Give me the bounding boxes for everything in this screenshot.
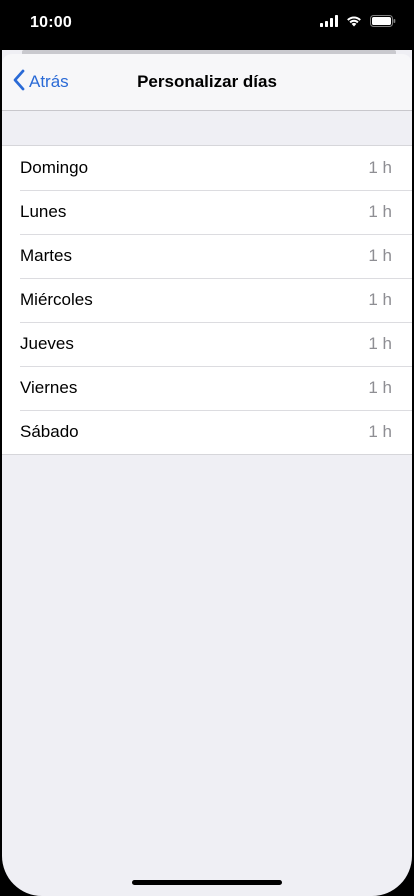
status-icons <box>320 14 396 32</box>
list-item-viernes[interactable]: Viernes 1 h <box>2 366 412 410</box>
day-label: Jueves <box>20 334 74 353</box>
days-list: Domingo 1 h Lunes 1 h Martes 1 h Miércol… <box>2 145 412 455</box>
day-label: Domingo <box>20 158 89 177</box>
day-value: 1 h <box>368 246 392 265</box>
day-value: 1 h <box>368 422 392 441</box>
list-item-miercoles[interactable]: Miércoles 1 h <box>2 278 412 322</box>
status-time: 10:00 <box>30 14 72 31</box>
day-value: 1 h <box>368 158 392 177</box>
day-label: Miércoles <box>20 290 93 309</box>
home-indicator[interactable] <box>132 880 282 885</box>
list-item-lunes[interactable]: Lunes 1 h <box>2 190 412 234</box>
day-label: Sábado <box>20 422 79 441</box>
cellular-signal-icon <box>320 14 338 32</box>
day-label: Viernes <box>20 378 78 397</box>
device-frame: 10:00 Atrás Personalizar días Domingo 1 … <box>0 0 414 896</box>
day-label: Martes <box>20 246 72 265</box>
day-value: 1 h <box>368 202 392 221</box>
day-value: 1 h <box>368 334 392 353</box>
list-item-domingo[interactable]: Domingo 1 h <box>2 146 412 190</box>
day-label: Lunes <box>20 202 67 221</box>
day-value: 1 h <box>368 378 392 397</box>
list-item-sabado[interactable]: Sábado 1 h <box>2 410 412 454</box>
page-title: Personalizar días <box>137 72 277 91</box>
battery-icon <box>370 14 396 32</box>
day-value: 1 h <box>368 290 392 309</box>
screen: Atrás Personalizar días Domingo 1 h Lune… <box>2 50 412 896</box>
device-notch <box>97 0 317 34</box>
wifi-icon <box>346 14 362 32</box>
navigation-bar: Atrás Personalizar días <box>2 54 412 111</box>
list-item-martes[interactable]: Martes 1 h <box>2 234 412 278</box>
list-item-jueves[interactable]: Jueves 1 h <box>2 322 412 366</box>
